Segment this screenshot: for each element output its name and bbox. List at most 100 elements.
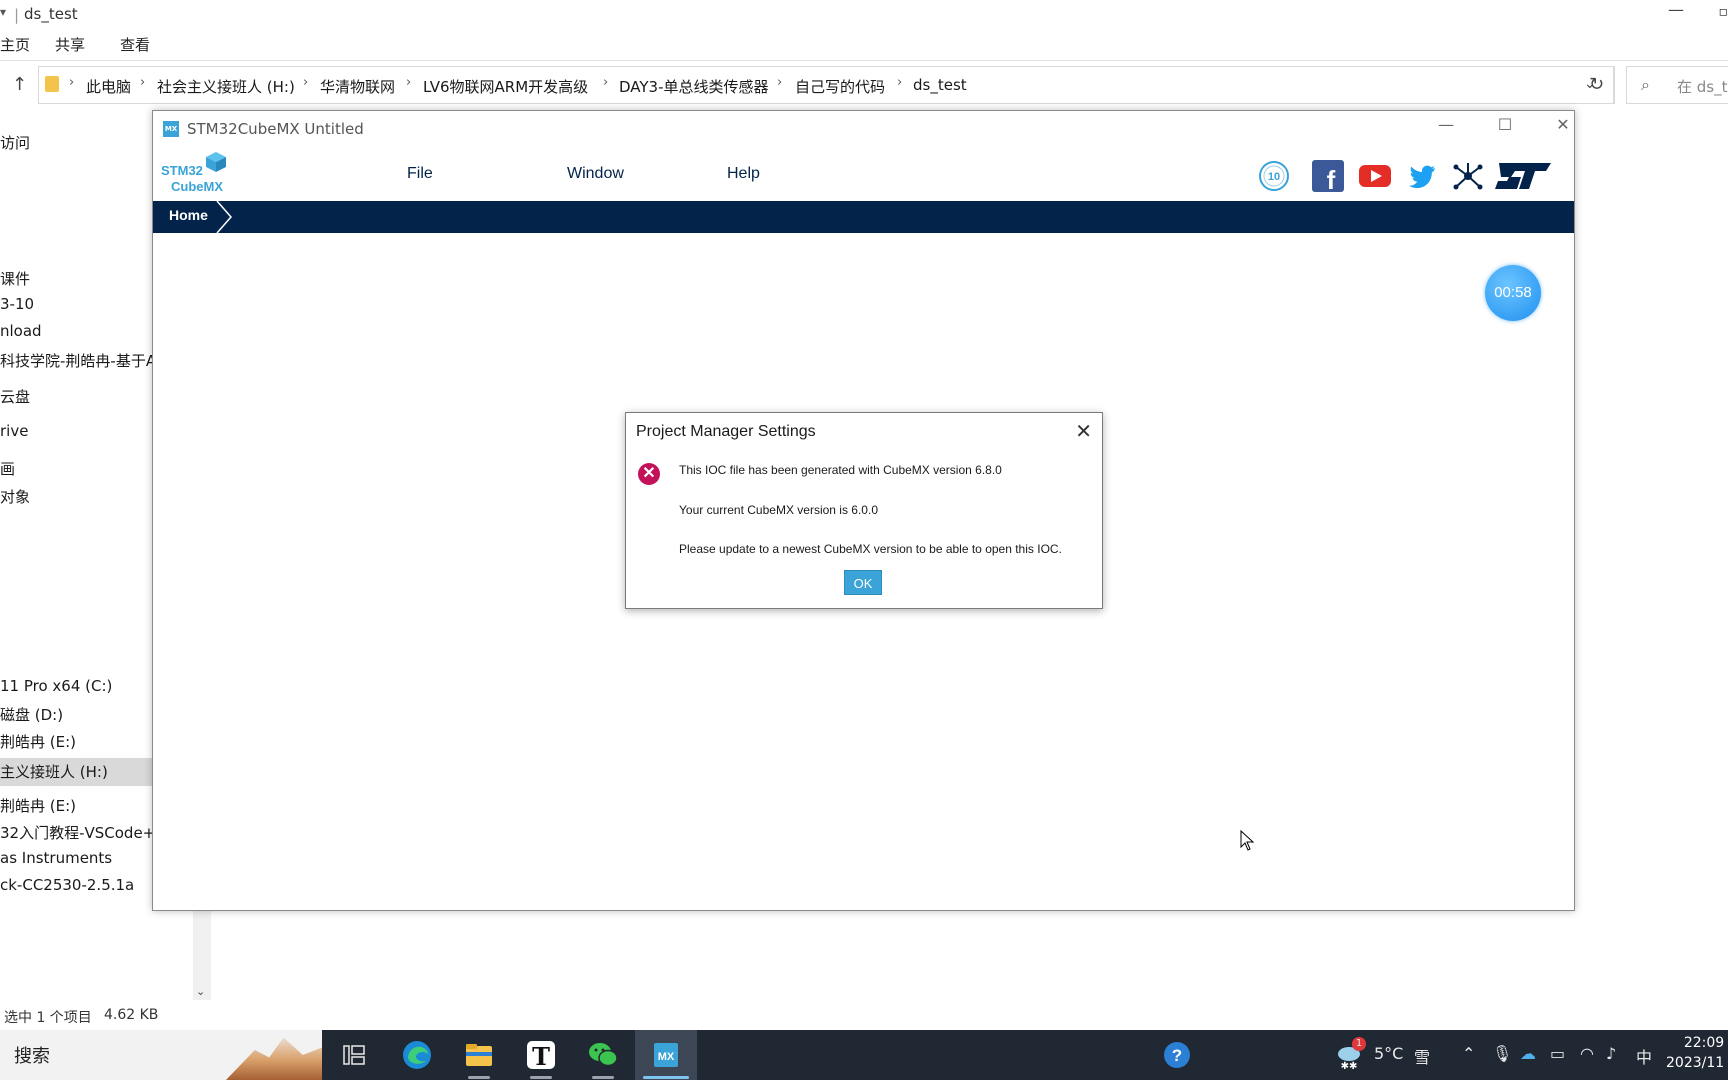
folder-icon xyxy=(45,76,59,92)
network-icon[interactable] xyxy=(1451,159,1485,193)
anniversary-10-icon[interactable]: 10 xyxy=(1257,159,1291,193)
facebook-icon[interactable]: f xyxy=(1311,159,1345,193)
nav-item[interactable]: 11 Pro x64 (C:) xyxy=(0,677,112,695)
breadcrumb-folder-4[interactable]: 自己写的代码 xyxy=(795,76,885,97)
nav-item[interactable]: 画 xyxy=(0,458,15,479)
chevron-right-icon[interactable]: › xyxy=(140,75,145,90)
wechat-icon[interactable] xyxy=(586,1038,620,1072)
nav-item[interactable]: 课件 xyxy=(0,268,30,289)
minimize-icon[interactable]: — xyxy=(1426,115,1466,134)
close-icon[interactable]: ✕ xyxy=(1543,115,1583,134)
svg-text:f: f xyxy=(1327,165,1336,193)
breadcrumb-this-pc[interactable]: 此电脑 xyxy=(86,76,131,97)
ribbon-tab-home[interactable]: 主页 xyxy=(0,34,30,55)
quick-access-chevron-icon[interactable]: ▾ xyxy=(0,5,6,19)
cubemx-titlebar: MX STM32CubeMX Untitled — ☐ ✕ xyxy=(153,111,1574,147)
chevron-right-icon[interactable]: › xyxy=(897,75,902,90)
timer-badge: 00:58 xyxy=(1485,265,1541,321)
nav-item[interactable]: nload xyxy=(0,322,42,340)
chevron-right-icon[interactable]: › xyxy=(406,75,411,90)
battery-icon[interactable]: ▭ xyxy=(1550,1044,1565,1063)
window-title: STM32CubeMX Untitled xyxy=(187,120,364,138)
typora-icon[interactable]: T xyxy=(524,1038,558,1072)
search-icon: ⌕ xyxy=(1641,75,1650,94)
youtube-icon[interactable] xyxy=(1358,159,1392,193)
breadcrumb-arrow-icon xyxy=(216,201,232,233)
task-view-icon[interactable] xyxy=(337,1038,371,1072)
maximize-icon[interactable]: ▫ xyxy=(1719,4,1728,20)
onedrive-icon[interactable]: ☁ xyxy=(1520,1044,1536,1063)
stm32cubemx-taskbar-icon[interactable]: MX xyxy=(649,1038,683,1072)
menu-help[interactable]: Help xyxy=(727,165,760,183)
breadcrumb-folder-3[interactable]: DAY3-单总线类传感器 xyxy=(619,76,769,97)
weather-badge: 1 xyxy=(1352,1037,1366,1051)
nav-item[interactable]: as Instruments xyxy=(0,849,112,867)
breadcrumb-home[interactable]: Home xyxy=(169,207,208,223)
svg-text:?: ? xyxy=(1172,1046,1182,1065)
status-bar: 选中 1 个项目 4.62 KB xyxy=(0,1003,1728,1029)
taskbar: 搜索 T MX ? ✱✱ 1 5°C 雪 ⌃ 🎙 ☁ ▭ ◠ ♪ 中 22:09… xyxy=(0,1030,1728,1080)
chevron-right-icon[interactable]: › xyxy=(603,75,608,90)
breadcrumb-drive-h[interactable]: 社会主义接班人 (H:) xyxy=(157,76,295,97)
chevron-right-icon[interactable]: › xyxy=(303,75,308,90)
nav-item[interactable]: 科技学院-荆皓冉-基于A xyxy=(0,350,156,371)
st-logo-icon[interactable] xyxy=(1493,159,1553,193)
address-bar[interactable]: › 此电脑 › 社会主义接班人 (H:) › 华清物联网 › LV6物联网ARM… xyxy=(38,66,1615,104)
mouse-cursor-icon xyxy=(1240,830,1255,851)
chevron-right-icon[interactable]: › xyxy=(777,75,782,90)
wifi-icon[interactable]: ◠ xyxy=(1580,1044,1594,1063)
nav-item[interactable]: 对象 xyxy=(0,486,30,507)
explorer-title: ds_test xyxy=(24,5,78,23)
svg-text:MX: MX xyxy=(658,1051,675,1063)
volume-muted-icon[interactable]: ♪ xyxy=(1606,1044,1616,1063)
ribbon-tab-view[interactable]: 查看 xyxy=(120,34,150,55)
nav-item[interactable]: rive xyxy=(0,422,28,440)
nav-item[interactable]: 3-10 xyxy=(0,295,34,313)
dialog-message-3: Please update to a newest CubeMX version… xyxy=(679,542,1062,556)
weather-description[interactable]: 雪 xyxy=(1414,1044,1430,1068)
svg-text:T: T xyxy=(532,1042,550,1071)
nav-item[interactable]: 主义接班人 (H:) xyxy=(0,758,152,786)
minimize-icon[interactable]: — xyxy=(1668,0,1684,19)
file-explorer-icon[interactable] xyxy=(462,1038,496,1072)
nav-item[interactable]: 荆皓冉 (E:) xyxy=(0,795,76,816)
up-arrow-icon[interactable]: ↑ xyxy=(12,74,27,95)
cubemx-menubar: STM32 CubeMX File Window Help 10 f xyxy=(153,147,1574,201)
stm32cubemx-logo: STM32 CubeMX xyxy=(161,151,241,197)
system-clock[interactable]: 22:09 2023/11 xyxy=(1666,1033,1724,1073)
dialog-message-1: This IOC file has been generated with Cu… xyxy=(679,463,1002,477)
search-input[interactable]: ⌕ 在 ds_te xyxy=(1626,66,1728,104)
ribbon-tab-share[interactable]: 共享 xyxy=(55,34,85,55)
breadcrumb-folder-1[interactable]: 华清物联网 xyxy=(320,76,395,97)
ribbon-tabs: 主页 共享 查看 xyxy=(0,32,1728,60)
twitter-icon[interactable] xyxy=(1405,159,1439,193)
cubemx-app-icon: MX xyxy=(163,121,179,137)
microphone-icon[interactable]: 🎙 xyxy=(1492,1044,1512,1063)
breadcrumb-current[interactable]: ds_test xyxy=(913,76,967,94)
chevron-right-icon[interactable]: › xyxy=(69,75,74,90)
close-icon[interactable]: ✕ xyxy=(1075,419,1092,444)
ok-button[interactable]: OK xyxy=(844,570,882,595)
nav-item[interactable]: 荆皓冉 (E:) xyxy=(0,731,76,752)
nav-item[interactable]: ck-CC2530-2.5.1a xyxy=(0,876,134,894)
menu-window[interactable]: Window xyxy=(567,165,624,183)
maximize-icon[interactable]: ☐ xyxy=(1485,115,1525,134)
chevron-up-icon[interactable]: ⌃ xyxy=(1462,1044,1475,1063)
error-icon: ✕ xyxy=(638,463,660,485)
project-manager-settings-dialog: Project Manager Settings ✕ ✕ This IOC fi… xyxy=(625,412,1103,609)
explorer-titlebar: ▾ | ds_test — ▫ xyxy=(0,0,1728,24)
scroll-down-icon[interactable]: ⌄ xyxy=(196,985,205,998)
breadcrumb-folder-2[interactable]: LV6物联网ARM开发高级 xyxy=(423,76,588,97)
svg-text:10: 10 xyxy=(1268,171,1280,183)
input-method-indicator[interactable]: 中 xyxy=(1636,1044,1652,1068)
weather-temperature[interactable]: 5°C xyxy=(1374,1044,1403,1063)
help-icon[interactable]: ? xyxy=(1160,1038,1194,1072)
edge-browser-icon[interactable] xyxy=(400,1038,434,1072)
menu-file[interactable]: File xyxy=(407,165,433,183)
status-selected: 选中 1 个项目 xyxy=(4,1010,92,1026)
dialog-title: Project Manager Settings xyxy=(636,423,816,440)
refresh-icon[interactable]: ↻ xyxy=(1580,66,1614,104)
nav-item[interactable]: 访问 xyxy=(0,132,30,153)
nav-item[interactable]: 磁盘 (D:) xyxy=(0,704,63,725)
nav-item[interactable]: 云盘 xyxy=(0,386,30,407)
